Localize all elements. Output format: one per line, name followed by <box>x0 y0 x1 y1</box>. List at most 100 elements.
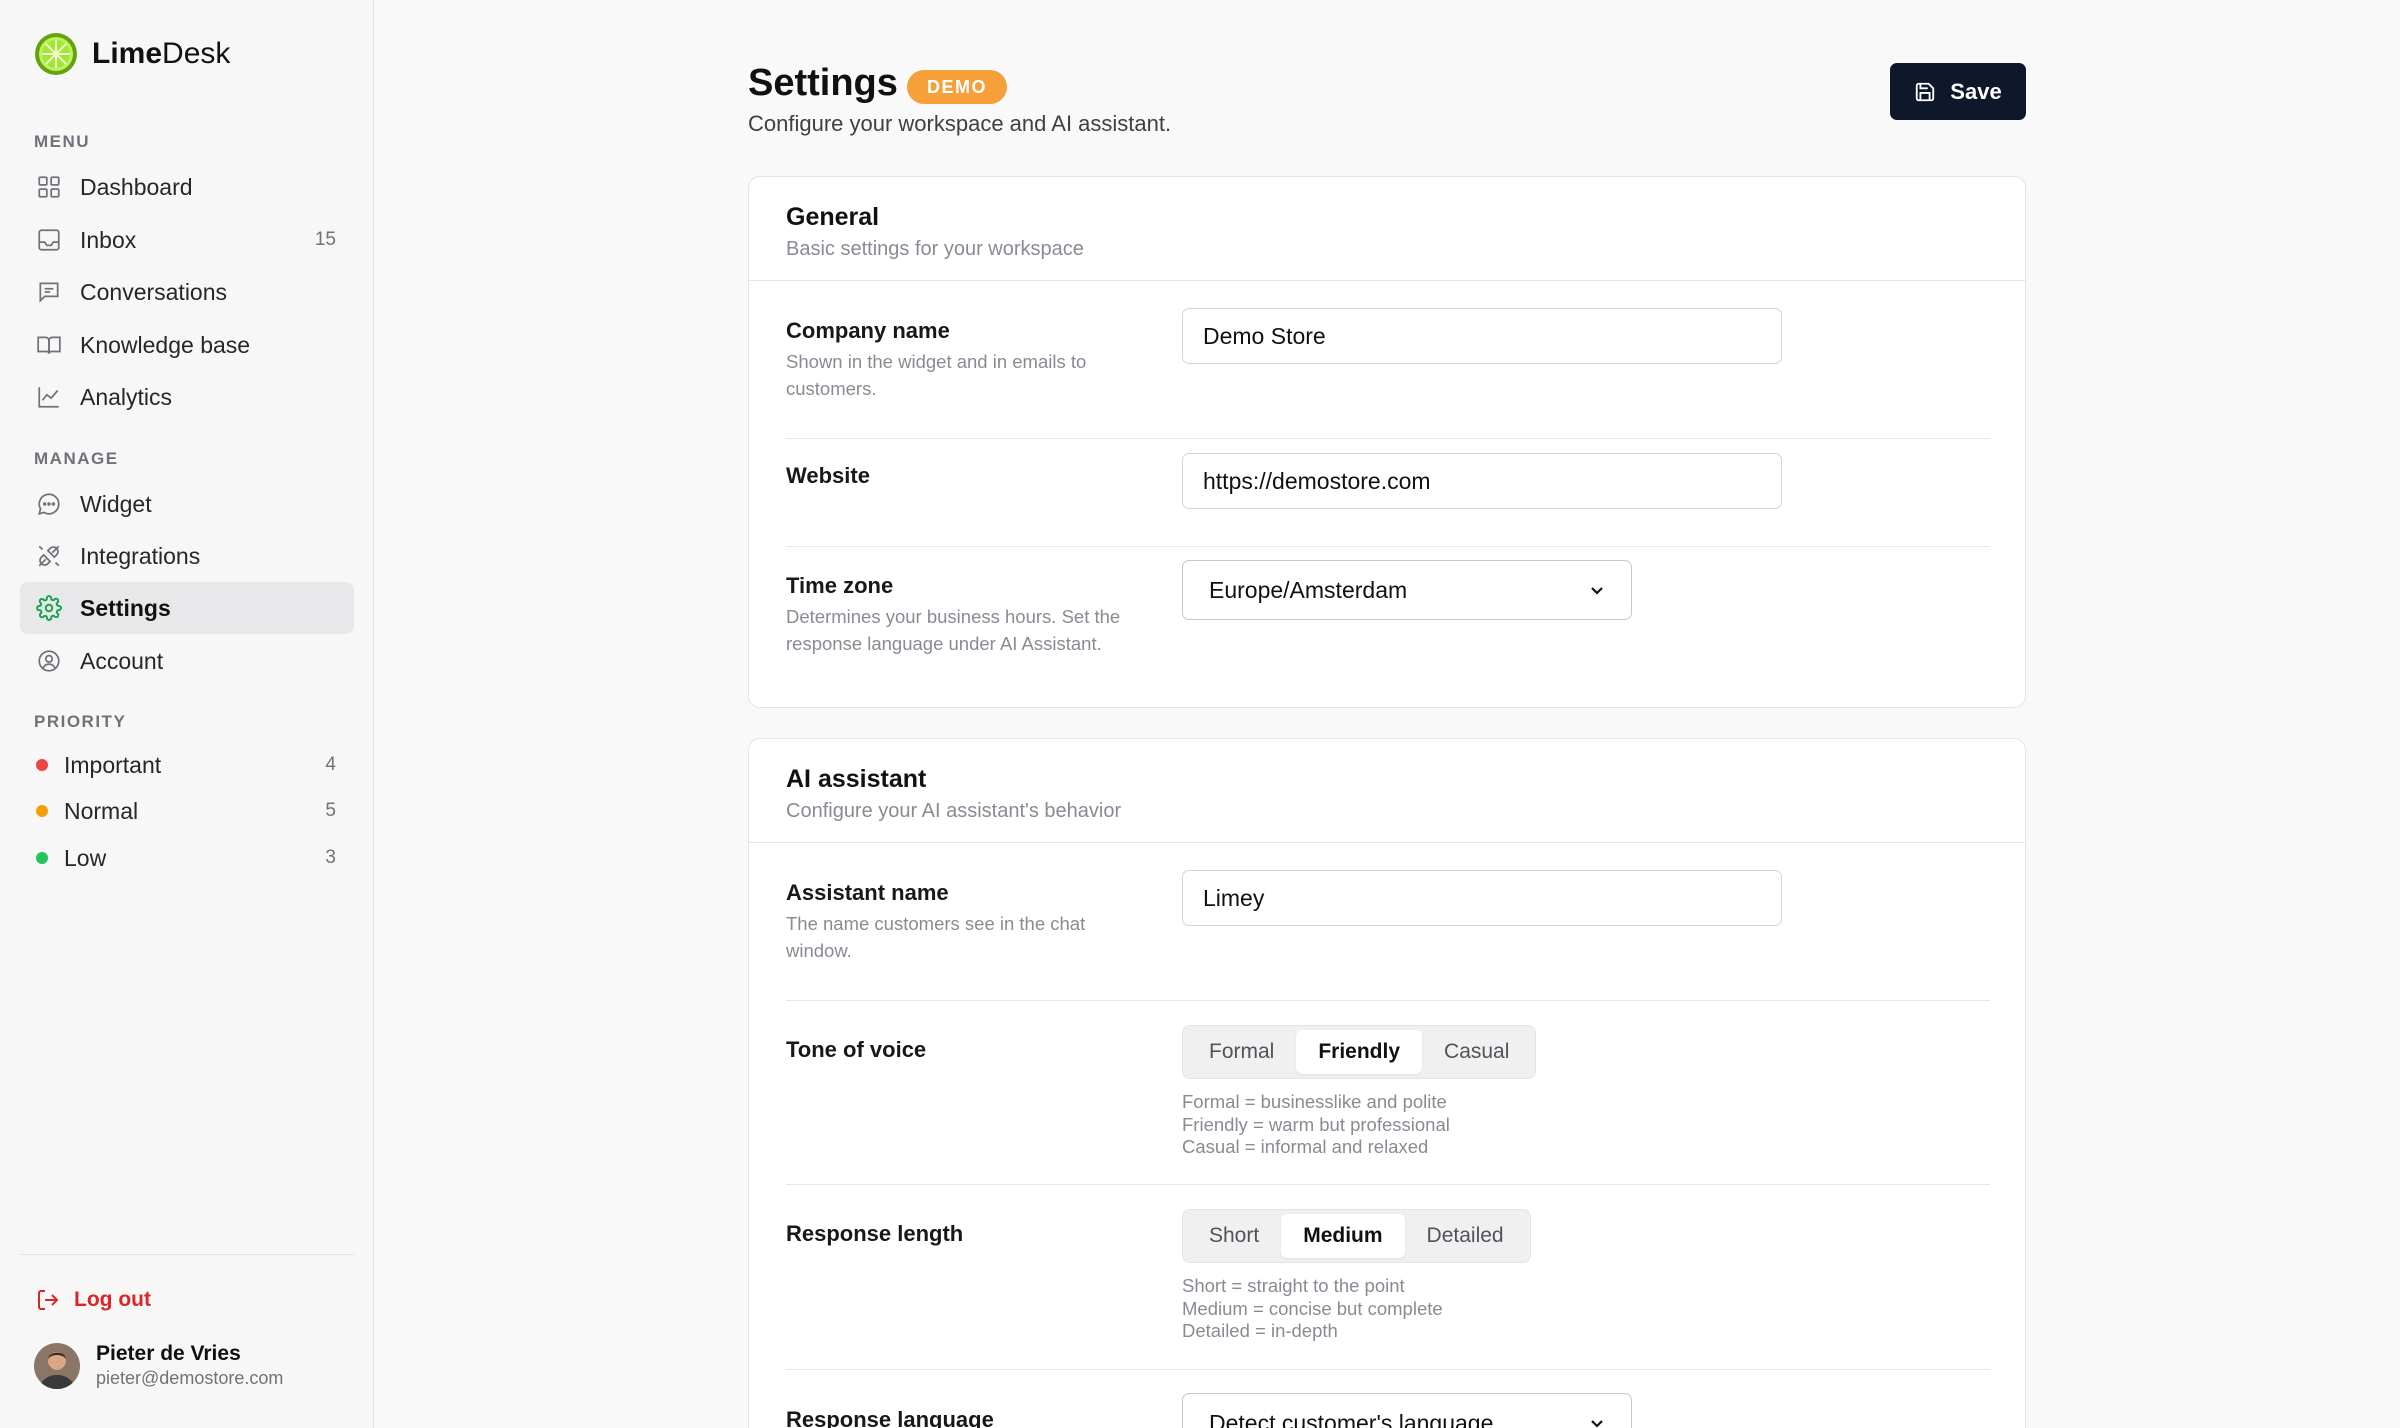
priority-count: 3 <box>325 847 336 868</box>
avatar <box>34 1342 80 1389</box>
inbox-icon <box>38 229 60 251</box>
company-name-input[interactable] <box>1182 308 1782 364</box>
tone-help: Formal = businesslike and polite Friendl… <box>1182 1091 1450 1157</box>
sidebar-item-account[interactable]: Account <box>20 635 354 687</box>
priority-label: Important <box>64 751 162 778</box>
chevron-down-icon <box>1591 587 1603 595</box>
page-subtitle: Configure your workspace and AI assistan… <box>748 111 1172 136</box>
demo-badge: DEMO <box>907 70 1007 104</box>
sidebar-item-inbox[interactable]: Inbox 15 <box>20 214 354 266</box>
sidebar-item-label: Inbox <box>80 226 137 253</box>
sidebar-divider <box>20 1254 354 1255</box>
message-square-icon <box>39 282 59 303</box>
ai-subtitle: Configure your AI assistant's behavior <box>786 800 1122 822</box>
brand-name: LimeDesk <box>92 37 231 70</box>
grid-icon <box>38 176 60 198</box>
sidebar-item-label: Settings <box>80 594 171 621</box>
tone-option-friendly[interactable]: Friendly <box>1296 1030 1423 1074</box>
row-divider <box>786 1000 1990 1001</box>
general-subtitle: Basic settings for your workspace <box>786 238 1084 260</box>
length-option-detailed[interactable]: Detailed <box>1405 1214 1526 1258</box>
timezone-select[interactable]: Europe/Amsterdam <box>1182 560 1632 620</box>
sidebar-item-label: Account <box>80 647 164 674</box>
length-option-short[interactable]: Short <box>1187 1214 1281 1258</box>
language-label: Response language <box>786 1407 994 1428</box>
priority-dot-red <box>36 759 48 771</box>
menu-section-label: MENU <box>34 132 91 151</box>
logout-button[interactable]: Log out <box>36 1282 151 1318</box>
priority-item-normal[interactable]: Normal 5 <box>20 788 354 834</box>
row-divider <box>786 1184 1990 1185</box>
company-name-help: Shown in the widget and in emails to cus… <box>786 351 1087 399</box>
tone-option-formal[interactable]: Formal <box>1187 1030 1296 1074</box>
message-circle-icon <box>38 493 60 515</box>
priority-label: Low <box>64 844 107 871</box>
sidebar-item-label: Conversations <box>80 278 228 305</box>
timezone-label: Time zone <box>786 573 894 598</box>
sidebar-item-label: Widget <box>80 490 152 517</box>
sidebar-item-label: Integrations <box>80 542 201 569</box>
length-label: Response length <box>786 1221 964 1246</box>
ai-assistant-card: AI assistant Configure your AI assistant… <box>748 738 2026 1428</box>
plug-icon <box>38 545 60 567</box>
user-circle-icon <box>38 650 60 672</box>
priority-dot-green <box>36 852 48 864</box>
sidebar-item-analytics[interactable]: Analytics <box>20 371 354 423</box>
sidebar-item-label: Knowledge base <box>80 331 251 358</box>
user-profile[interactable]: Pieter de Vries pieter@demostore.com <box>34 1342 283 1389</box>
chevron-down-icon <box>1591 1420 1603 1428</box>
priority-item-important[interactable]: Important 4 <box>20 742 354 788</box>
general-title: General <box>786 203 880 231</box>
book-open-icon <box>37 336 61 354</box>
length-help: Short = straight to the point Medium = c… <box>1182 1275 1443 1341</box>
website-label: Website <box>786 463 870 488</box>
manage-section-label: MANAGE <box>34 449 119 468</box>
row-divider <box>786 546 1990 547</box>
sidebar-item-label: Dashboard <box>80 173 193 200</box>
length-option-medium[interactable]: Medium <box>1281 1214 1405 1258</box>
user-email: pieter@demostore.com <box>96 1368 284 1388</box>
priority-label: Normal <box>64 797 139 824</box>
company-name-label: Company name <box>786 318 950 343</box>
gear-icon <box>36 595 62 621</box>
priority-section-label: PRIORITY <box>34 712 127 731</box>
sidebar-item-integrations[interactable]: Integrations <box>20 530 354 582</box>
timezone-help: Determines your business hours. Set the … <box>786 606 1121 654</box>
sidebar-item-conversations[interactable]: Conversations <box>20 266 354 318</box>
priority-count: 5 <box>325 800 336 821</box>
ai-title: AI assistant <box>786 765 927 793</box>
sidebar-item-dashboard[interactable]: Dashboard <box>20 161 354 213</box>
website-input[interactable] <box>1182 453 1782 509</box>
sidebar-item-knowledge-base[interactable]: Knowledge base <box>20 319 354 371</box>
tone-option-casual[interactable]: Casual <box>1422 1030 1531 1074</box>
save-icon <box>1916 82 1935 101</box>
page-title: Settings <box>748 62 898 104</box>
chart-line-icon <box>38 387 59 408</box>
lime-logo-icon <box>35 33 77 75</box>
priority-dot-amber <box>36 805 48 817</box>
priority-count: 4 <box>325 754 336 775</box>
inbox-count-badge: 15 <box>314 229 336 250</box>
sidebar-item-label: Analytics <box>80 383 173 410</box>
length-segmented-control: Short Medium Detailed <box>1182 1209 1531 1263</box>
language-select[interactable]: Detect customer's language <box>1182 1393 1632 1428</box>
logout-label: Log out <box>74 1288 151 1311</box>
general-card-header: General Basic settings for your workspac… <box>749 177 2025 281</box>
sidebar-item-settings[interactable]: Settings <box>20 582 354 634</box>
logout-icon <box>38 1290 59 1310</box>
save-button[interactable]: Save <box>1890 63 2026 120</box>
user-name: Pieter de Vries <box>96 1342 241 1365</box>
priority-item-low[interactable]: Low 3 <box>20 835 354 881</box>
sidebar: LimeDesk MENU Dashboard Inbox 15 Convers… <box>0 0 374 1428</box>
row-divider <box>786 438 1990 439</box>
save-label: Save <box>1950 78 2002 104</box>
timezone-value: Europe/Amsterdam <box>1209 576 1408 603</box>
brand[interactable]: LimeDesk <box>34 32 230 76</box>
sidebar-item-widget[interactable]: Widget <box>20 478 354 530</box>
assistant-name-input[interactable] <box>1182 870 1782 926</box>
language-value: Detect customer's language <box>1209 1409 1494 1428</box>
assistant-name-label: Assistant name <box>786 880 949 905</box>
assistant-name-help: The name customers see in the chat windo… <box>786 913 1086 961</box>
tone-segmented-control: Formal Friendly Casual <box>1182 1025 1537 1079</box>
tone-label: Tone of voice <box>786 1037 927 1062</box>
